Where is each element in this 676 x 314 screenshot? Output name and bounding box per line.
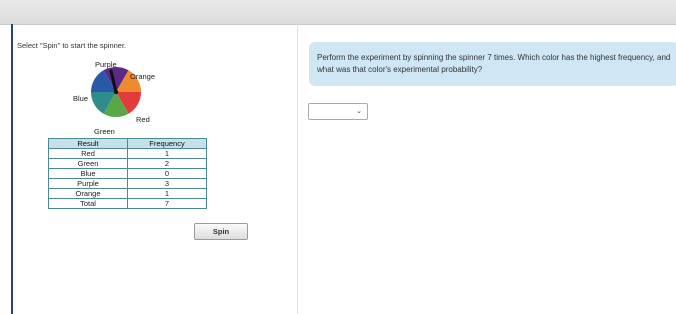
spinner-label-red: Red [136, 115, 150, 124]
table-row: Red 1 [48, 148, 207, 159]
frequency-cell: 0 [127, 168, 207, 179]
table-row: Blue 0 [48, 168, 207, 179]
table-header-row: Result Frequency [48, 138, 207, 149]
table-row: Orange 1 [48, 188, 207, 199]
table-row-total: Total 7 [48, 198, 207, 209]
frequency-cell: 1 [127, 188, 207, 199]
table-row: Purple 3 [48, 178, 207, 189]
spinner-activity-panel: Select "Spin" to start the spinner. Purp… [13, 24, 296, 314]
frequency-cell: 3 [127, 178, 207, 189]
spinner-label-purple: Purple [95, 60, 117, 69]
answer-dropdown[interactable]: ⌄ [308, 103, 368, 120]
spinner-label-blue: Blue [73, 94, 89, 103]
column-header-frequency: Frequency [127, 138, 207, 149]
browser-top-bar [0, 0, 676, 25]
frequency-cell: 7 [127, 198, 207, 209]
spinner-area: Purple Orange Blue Red Green [13, 24, 213, 144]
spinner-hub [113, 89, 119, 95]
result-cell: Purple [48, 178, 128, 189]
question-text: Perform the experiment by spinning the s… [317, 53, 671, 74]
column-header-result: Result [48, 138, 128, 149]
result-cell: Blue [48, 168, 128, 179]
question-box: Perform the experiment by spinning the s… [309, 42, 676, 86]
spinner-label-green: Green [94, 127, 115, 136]
table-row: Green 2 [48, 158, 207, 169]
frequency-table: Result Frequency Red 1 Green 2 Blue 0 Pu… [48, 138, 207, 209]
result-cell: Green [48, 158, 128, 169]
spinner-label-orange: Orange [130, 72, 156, 81]
result-cell: Red [48, 148, 128, 159]
question-panel: Perform the experiment by spinning the s… [297, 24, 676, 314]
chevron-down-icon: ⌄ [356, 108, 362, 115]
spinner-wheel [90, 66, 142, 118]
result-cell: Orange [48, 188, 128, 199]
result-cell: Total [48, 198, 128, 209]
frequency-cell: 2 [127, 158, 207, 169]
frequency-cell: 1 [127, 148, 207, 159]
spin-button[interactable]: Spin [194, 223, 248, 240]
